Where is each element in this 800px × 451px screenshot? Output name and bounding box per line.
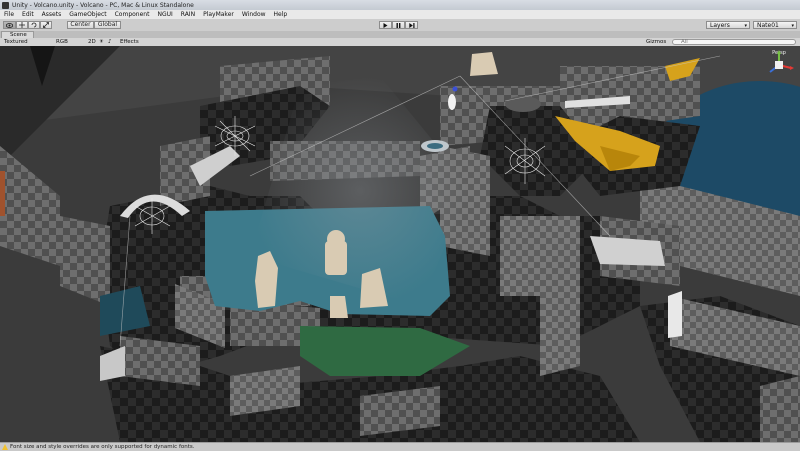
step-icon[interactable] xyxy=(405,21,418,29)
chevron-down-icon: ▾ xyxy=(791,23,794,29)
menu-file[interactable]: File xyxy=(0,11,18,18)
toggle-2d-button[interactable]: 2D xyxy=(88,38,96,46)
layout-dropdown[interactable]: Nate01 ▾ xyxy=(753,21,797,29)
orientation-gizmo[interactable]: Persp xyxy=(764,50,794,88)
pivot-toggles: Center Global xyxy=(67,21,121,29)
warning-icon xyxy=(2,444,8,450)
window-title: Unity - Volcano.unity - Volcano - PC, Ma… xyxy=(12,1,194,9)
menu-help[interactable]: Help xyxy=(270,11,292,18)
unity-logo-icon xyxy=(2,1,9,9)
menu-assets[interactable]: Assets xyxy=(38,11,66,18)
menu-ngui[interactable]: NGUI xyxy=(153,11,176,18)
view-tool-icon[interactable] xyxy=(3,21,16,29)
menu-edit[interactable]: Edit xyxy=(18,11,38,18)
scene-render xyxy=(0,46,800,442)
render-mode-dropdown[interactable]: Textured xyxy=(4,38,28,46)
pivot-center-button[interactable]: Center xyxy=(67,21,94,29)
menu-component[interactable]: Component xyxy=(111,11,154,18)
layers-dropdown[interactable]: Layers ▾ xyxy=(706,21,750,29)
pause-icon[interactable] xyxy=(392,21,405,29)
pivot-global-button[interactable]: Global xyxy=(94,21,121,29)
lighting-toggle-icon[interactable]: ☀ xyxy=(99,38,104,46)
playback-controls xyxy=(379,21,418,29)
pivot-center-label: Center xyxy=(70,21,91,28)
scene-viewport[interactable]: Persp xyxy=(0,46,800,442)
menu-gameobject[interactable]: GameObject xyxy=(65,11,110,18)
gizmos-dropdown[interactable]: Gizmos xyxy=(646,38,666,46)
layers-label: Layers xyxy=(710,21,730,29)
window-titlebar: Unity - Volcano.unity - Volcano - PC, Ma… xyxy=(0,0,800,10)
tab-scene[interactable]: Scene xyxy=(1,31,34,38)
color-mode-dropdown[interactable]: RGB xyxy=(56,38,68,46)
pivot-global-label: Global xyxy=(97,21,118,28)
rotate-tool-icon[interactable] xyxy=(28,21,40,29)
menu-rain[interactable]: RAIN xyxy=(177,11,199,18)
status-message[interactable]: Font size and style overrides are only s… xyxy=(10,444,195,450)
transform-tools xyxy=(3,21,52,29)
layout-label: Nate01 xyxy=(757,21,779,29)
move-tool-icon[interactable] xyxy=(16,21,28,29)
audio-toggle-icon[interactable]: ♪ xyxy=(108,38,112,46)
play-icon[interactable] xyxy=(379,21,392,29)
menu-window[interactable]: Window xyxy=(238,11,270,18)
effects-dropdown[interactable]: Effects xyxy=(120,38,139,46)
menu-playmaker[interactable]: PlayMaker xyxy=(199,11,238,18)
scale-tool-icon[interactable] xyxy=(40,21,52,29)
scene-tab-bar: Scene xyxy=(0,31,800,38)
scene-search-input[interactable]: All xyxy=(672,39,796,45)
chevron-down-icon: ▾ xyxy=(744,23,747,29)
